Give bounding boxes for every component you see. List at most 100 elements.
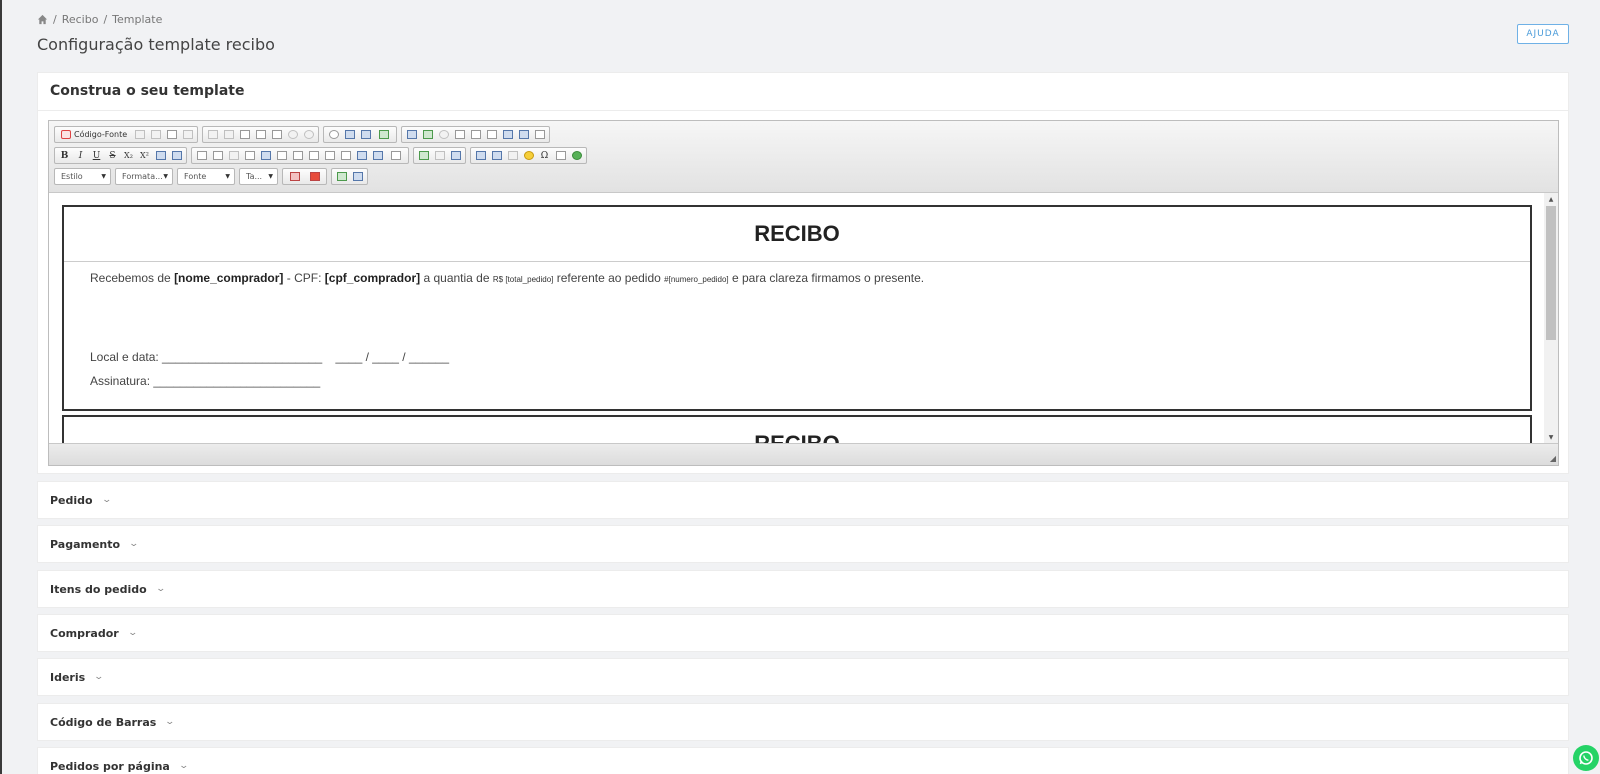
smiley-icon[interactable] xyxy=(521,149,536,162)
editor-scrollbar[interactable]: ▲ ▼ xyxy=(1544,193,1558,443)
bulleted-list-icon[interactable] xyxy=(210,149,225,162)
horizontal-line-icon[interactable] xyxy=(505,149,520,162)
numbered-list-icon[interactable] xyxy=(194,149,209,162)
scroll-thumb[interactable] xyxy=(1546,206,1556,340)
text-color-icon[interactable] xyxy=(285,170,304,183)
breadcrumb-item-recibo[interactable]: Recibo xyxy=(62,13,99,26)
amount-text: a quantia de xyxy=(423,271,490,285)
form-icon[interactable] xyxy=(404,128,419,141)
find-icon[interactable] xyxy=(326,128,341,141)
scroll-down-arrow-icon[interactable]: ▼ xyxy=(1544,431,1558,443)
image-icon[interactable] xyxy=(473,149,488,162)
checkbox-icon[interactable] xyxy=(420,128,435,141)
underline-button[interactable]: U xyxy=(89,149,104,162)
toolbar-group-forms xyxy=(401,126,551,143)
unlink-icon[interactable] xyxy=(432,149,447,162)
receipt-statement: Recebemos de [nome_comprador] - CPF: [cp… xyxy=(90,271,1504,285)
new-page-icon[interactable] xyxy=(132,128,147,141)
paste-word-icon[interactable] xyxy=(269,128,284,141)
image-button-icon[interactable] xyxy=(516,128,531,141)
align-center-icon[interactable] xyxy=(306,149,321,162)
page-break-icon[interactable] xyxy=(553,149,568,162)
div-container-icon[interactable] xyxy=(274,149,289,162)
subscript-button[interactable]: X₂ xyxy=(121,149,136,162)
accordion-pedidos-por-pagina[interactable]: Pedidos por página ⌄ xyxy=(37,747,1569,774)
align-left-icon[interactable] xyxy=(290,149,305,162)
whatsapp-icon[interactable] xyxy=(1573,745,1599,771)
format-select-value: Formata... xyxy=(122,172,163,181)
resize-handle-icon[interactable]: ◢ xyxy=(1550,454,1556,463)
breadcrumb-separator: / xyxy=(103,13,108,26)
style-select[interactable]: Estilo ▼ xyxy=(54,168,111,185)
outdent-icon[interactable] xyxy=(226,149,241,162)
link-icon[interactable] xyxy=(416,149,431,162)
accordion-ideris[interactable]: Ideris ⌄ xyxy=(37,658,1569,696)
accordion-itens-do-pedido[interactable]: Itens do pedido ⌄ xyxy=(37,570,1569,608)
text-field-icon[interactable] xyxy=(452,128,467,141)
table-icon[interactable] xyxy=(489,149,504,162)
italic-button[interactable]: I xyxy=(73,149,88,162)
accordion-comprador[interactable]: Comprador ⌄ xyxy=(37,614,1569,652)
redo-icon[interactable] xyxy=(301,128,316,141)
blockquote-icon[interactable] xyxy=(258,149,273,162)
replace-icon[interactable] xyxy=(342,128,357,141)
reference-text: referente ao pedido xyxy=(556,271,661,285)
anchor-icon[interactable] xyxy=(448,149,463,162)
font-select[interactable]: Fonte ▼ xyxy=(177,168,235,185)
preview-icon[interactable] xyxy=(148,128,163,141)
justify-icon[interactable] xyxy=(338,149,353,162)
bold-button[interactable]: B xyxy=(57,149,72,162)
templates-icon[interactable] xyxy=(180,128,195,141)
spellcheck-icon[interactable] xyxy=(374,128,394,141)
left-window-edge xyxy=(0,0,2,774)
editor-footer: ◢ xyxy=(49,443,1558,465)
iframe-globe-icon[interactable] xyxy=(569,149,584,162)
help-button[interactable]: AJUDA xyxy=(1517,24,1569,44)
cut-icon[interactable] xyxy=(205,128,220,141)
copy-format-icon[interactable] xyxy=(153,149,168,162)
accordion-pedido[interactable]: Pedido ⌄ xyxy=(37,481,1569,519)
paste-icon[interactable] xyxy=(237,128,252,141)
accordion-pagamento[interactable]: Pagamento ⌄ xyxy=(37,525,1569,563)
paste-text-icon[interactable] xyxy=(253,128,268,141)
language-icon[interactable] xyxy=(386,149,406,162)
scroll-up-arrow-icon[interactable]: ▲ xyxy=(1544,193,1558,205)
order-total-variable: R$ [total_pedido] xyxy=(492,275,554,284)
size-select[interactable]: Ta... ▼ xyxy=(239,168,278,185)
show-blocks-icon[interactable] xyxy=(350,170,365,183)
format-select[interactable]: Formata... ▼ xyxy=(115,168,173,185)
select-field-icon[interactable] xyxy=(484,128,499,141)
toolbar-group-document: Código-Fonte xyxy=(54,126,199,143)
hidden-field-icon[interactable] xyxy=(532,128,547,141)
source-code-button[interactable]: Código-Fonte xyxy=(57,128,131,141)
caret-down-icon: ▼ xyxy=(101,173,106,180)
copy-icon[interactable] xyxy=(221,128,236,141)
ltr-icon[interactable] xyxy=(354,149,369,162)
toolbar-group-basic-styles: B I U S X₂ X² xyxy=(54,147,187,164)
toolbar-group-colors xyxy=(282,168,327,185)
closing-text: e para clareza firmamos o presente. xyxy=(732,271,925,285)
background-color-icon[interactable] xyxy=(305,170,324,183)
remove-format-icon[interactable] xyxy=(169,149,184,162)
editor-toolbar: Código-Fonte B I U S X₂ X² Ω Estilo ▼ Fo… xyxy=(49,121,1558,193)
radio-icon[interactable] xyxy=(436,128,451,141)
accordion-codigo-de-barras[interactable]: Código de Barras ⌄ xyxy=(37,703,1569,741)
editor-content[interactable]: RECIBO Recebemos de [nome_comprador] - C… xyxy=(49,193,1544,443)
align-right-icon[interactable] xyxy=(322,149,337,162)
rtl-icon[interactable] xyxy=(370,149,385,162)
textarea-icon[interactable] xyxy=(468,128,483,141)
card-title: Construa o seu template xyxy=(50,83,245,99)
print-icon[interactable] xyxy=(164,128,179,141)
chevron-down-icon: ⌄ xyxy=(93,672,105,682)
maximize-icon[interactable] xyxy=(334,170,349,183)
template-builder-card: Construa o seu template Código-Fonte B I… xyxy=(37,72,1569,474)
accordion-label: Pedidos por página xyxy=(50,759,170,773)
indent-icon[interactable] xyxy=(242,149,257,162)
undo-icon[interactable] xyxy=(285,128,300,141)
select-all-icon[interactable] xyxy=(358,128,373,141)
strike-button[interactable]: S xyxy=(105,149,120,162)
special-char-icon[interactable]: Ω xyxy=(537,149,552,162)
superscript-button[interactable]: X² xyxy=(137,149,152,162)
button-field-icon[interactable] xyxy=(500,128,515,141)
home-icon[interactable] xyxy=(37,14,48,25)
